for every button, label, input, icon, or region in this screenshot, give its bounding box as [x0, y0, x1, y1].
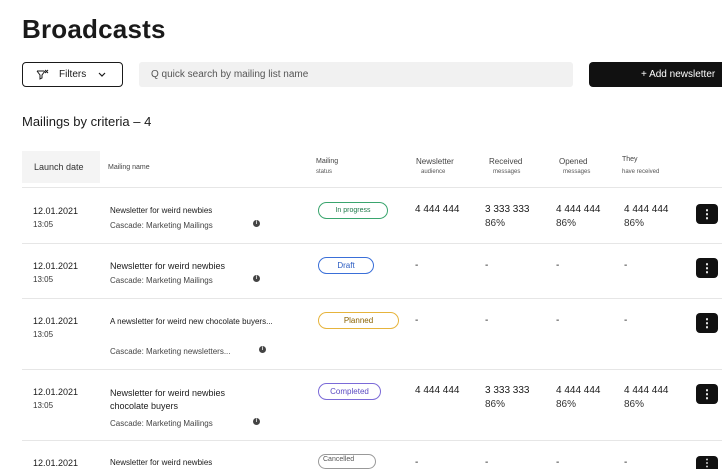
info-icon[interactable]: i — [259, 346, 266, 353]
header-divider — [22, 187, 722, 188]
they-received-percent: 86% — [624, 399, 645, 410]
header-audience-line2: audience — [421, 169, 446, 175]
filters-button[interactable]: Filters — [22, 62, 123, 87]
header-received-line2: messages — [493, 169, 521, 175]
they-received-value: - — [624, 457, 628, 468]
cascade-label: Cascade: Marketing Mailings — [110, 419, 213, 428]
header-they-line1: They — [622, 156, 638, 163]
search-placeholder: Q quick search by mailing list name — [151, 69, 309, 80]
mailing-name[interactable]: Newsletter for weird newbies — [110, 205, 212, 217]
audience-value: - — [415, 315, 419, 326]
launch-date: 12.01.2021 — [33, 387, 79, 397]
filters-label: Filters — [59, 69, 87, 80]
more-vertical-icon: ⋮ — [701, 316, 713, 330]
opened-value: 4 444 444 — [556, 204, 601, 215]
header-mailing-name[interactable]: Mailing name — [108, 163, 150, 173]
mailing-name[interactable]: Newsletter for weird newbies — [110, 387, 225, 399]
info-icon[interactable]: i — [253, 275, 260, 282]
they-received-value: - — [624, 315, 628, 326]
received-value: - — [485, 315, 489, 326]
header-launch-date[interactable]: Launch date — [22, 151, 100, 183]
header-opened-line1: Opened — [559, 157, 588, 166]
header-they-line2: have received — [622, 169, 660, 175]
row-menu-button[interactable]: ⋮ — [696, 384, 718, 404]
launch-date: 12.01.2021 — [33, 206, 79, 216]
they-received-value: - — [624, 260, 628, 271]
launch-time: 13:05 — [33, 401, 54, 410]
launch-time: 13:05 — [33, 330, 54, 339]
audience-value: - — [415, 457, 419, 468]
mailing-name[interactable]: A newsletter for weird new chocolate buy… — [110, 316, 273, 328]
header-mailing-status[interactable]: Mailing status — [316, 157, 338, 177]
launch-time: 13:05 — [33, 220, 54, 229]
cascade-label: Cascade: Marketing Mailings — [110, 221, 213, 230]
launch-date: 12.01.2021 — [33, 316, 79, 326]
launch-date: 12.01.2021 — [33, 261, 79, 271]
row-divider — [22, 440, 722, 441]
received-value: 3 333 333 — [485, 204, 530, 215]
audience-value: - — [415, 260, 419, 271]
header-they-received[interactable]: They have received — [622, 155, 659, 177]
status-badge: Draft — [318, 257, 374, 274]
launch-date: 12.01.2021 — [33, 458, 79, 468]
received-value: - — [485, 260, 489, 271]
received-value: 3 333 333 — [485, 385, 530, 396]
opened-value: - — [556, 315, 560, 326]
opened-percent: 86% — [556, 399, 577, 410]
chevron-down-icon — [98, 72, 106, 78]
section-title: Mailings by criteria – 4 — [22, 114, 152, 129]
received-percent: 86% — [485, 399, 506, 410]
page-title: Broadcasts — [22, 14, 166, 44]
cascade-label: Cascade: Marketing Mailings — [110, 276, 213, 285]
header-status-line2: status — [316, 169, 333, 175]
audience-value: 4 444 444 — [415, 204, 460, 215]
more-vertical-icon: ⋮ — [701, 207, 713, 221]
header-status-line1: Mailing — [316, 158, 339, 165]
more-vertical-icon: ⋮ — [701, 387, 713, 401]
they-received-value: 4 444 444 — [624, 204, 669, 215]
row-menu-button[interactable]: ⋮ — [696, 258, 718, 278]
status-badge: Cancelled — [318, 454, 376, 469]
status-badge: Planned — [318, 312, 399, 329]
opened-value: 4 444 444 — [556, 385, 601, 396]
opened-percent: 86% — [556, 218, 577, 229]
header-received-line1: Received — [489, 157, 523, 166]
row-menu-button[interactable]: ⋮ — [696, 313, 718, 333]
header-opened-messages[interactable]: Opened messages — [559, 157, 590, 177]
header-opened-line2: messages — [563, 169, 591, 175]
status-badge: In progress — [318, 202, 388, 219]
row-menu-button[interactable]: ⋮ — [696, 456, 718, 469]
mailing-name[interactable]: Newsletter for weird newbies — [110, 457, 212, 469]
audience-value: 4 444 444 — [415, 385, 460, 396]
more-vertical-icon: ⋮ — [701, 261, 713, 275]
info-icon[interactable]: i — [253, 418, 260, 425]
cascade-label: Cascade: Marketing newsletters... — [110, 347, 231, 356]
status-badge: Completed — [318, 383, 381, 400]
they-received-percent: 86% — [624, 218, 645, 229]
search-input[interactable]: Q quick search by mailing list name — [139, 62, 573, 87]
opened-value: - — [556, 457, 560, 468]
row-divider — [22, 243, 722, 244]
filter-icon — [35, 68, 49, 82]
more-vertical-icon: ⋮ — [702, 458, 712, 469]
opened-value: - — [556, 260, 560, 271]
row-divider — [22, 298, 722, 299]
info-icon[interactable]: i — [253, 220, 260, 227]
received-percent: 86% — [485, 218, 506, 229]
launch-time: 13:05 — [33, 275, 54, 284]
row-menu-button[interactable]: ⋮ — [696, 204, 718, 224]
add-newsletter-button[interactable]: + Add newsletter — [589, 62, 722, 87]
header-audience-line1: Newsletter — [416, 157, 454, 166]
received-value: - — [485, 457, 489, 468]
mailing-name-line2[interactable]: chocolate buyers — [110, 400, 178, 412]
row-divider — [22, 369, 722, 370]
header-newsletter-audience[interactable]: Newsletter audience — [416, 157, 454, 177]
mailing-name[interactable]: Newsletter for weird newbies — [110, 260, 225, 272]
header-received-messages[interactable]: Received messages — [489, 157, 522, 177]
they-received-value: 4 444 444 — [624, 385, 669, 396]
